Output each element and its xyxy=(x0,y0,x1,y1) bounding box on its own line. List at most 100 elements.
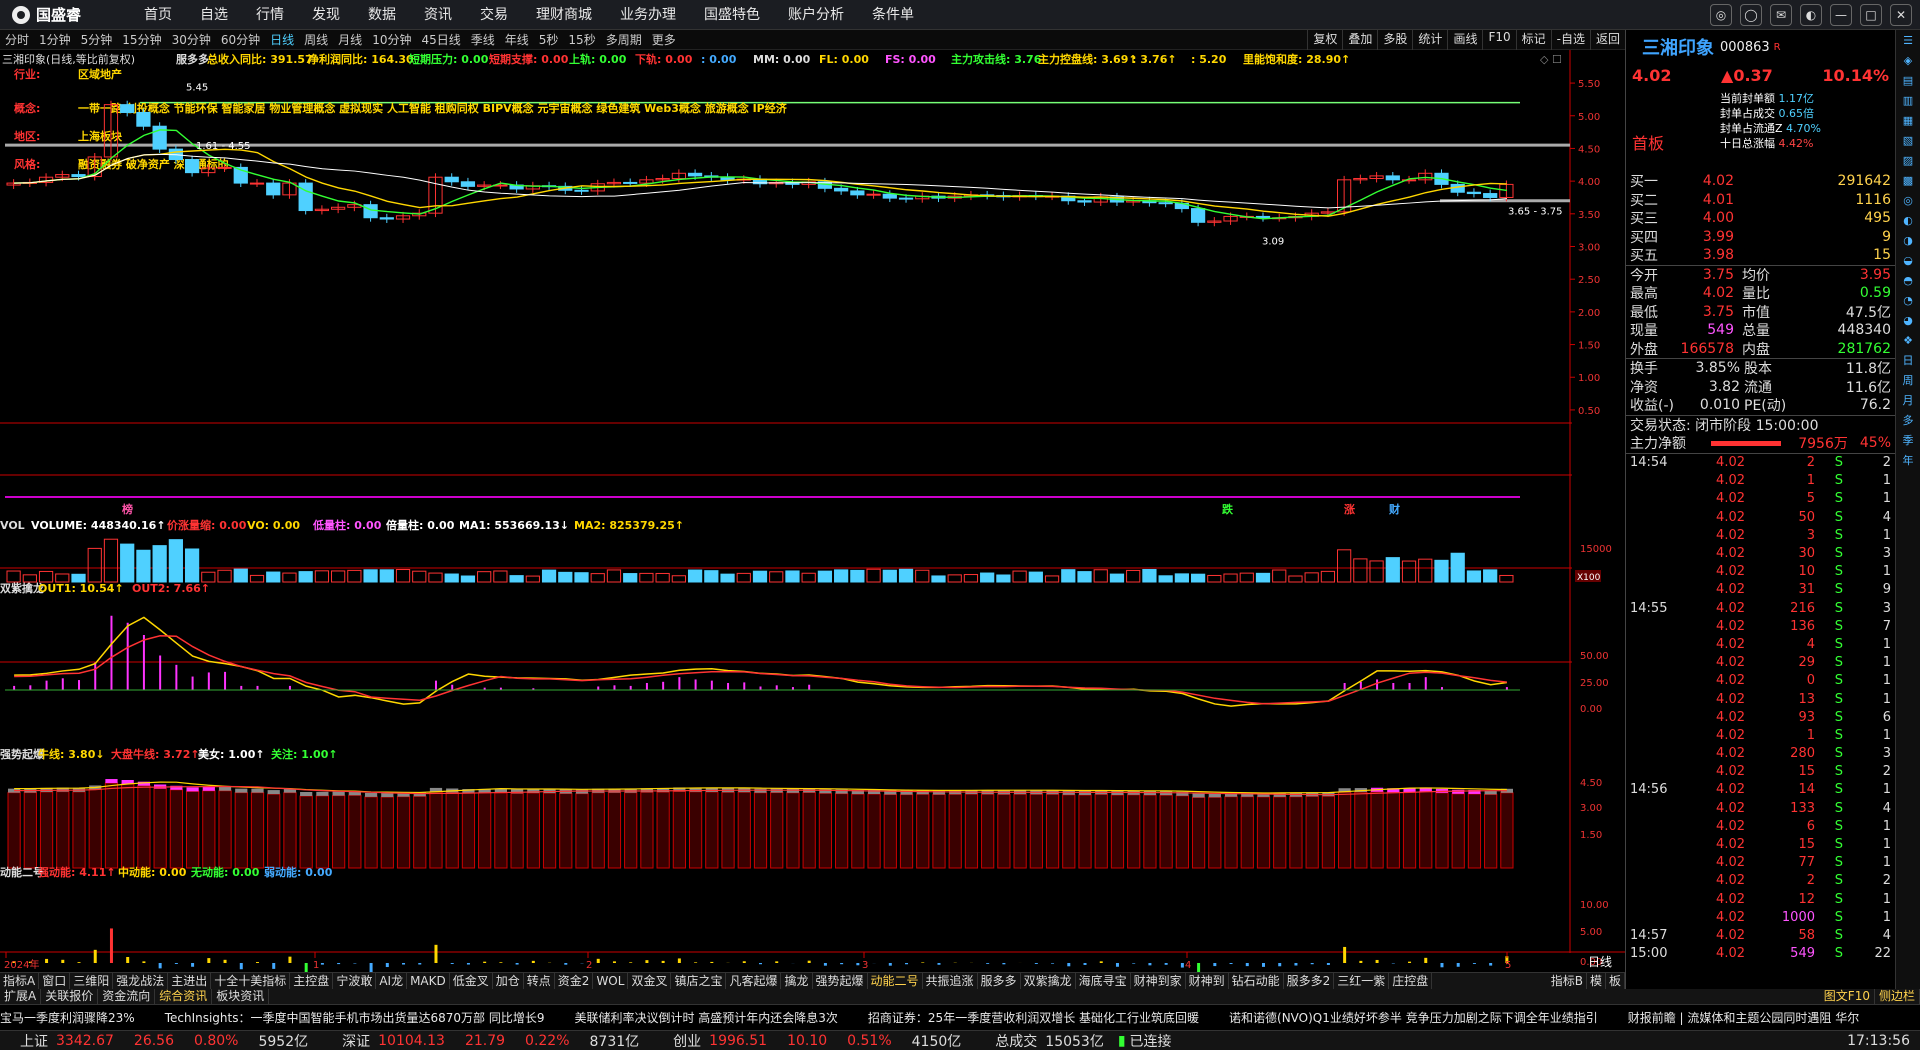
chart-tool-button[interactable]: 复权 xyxy=(1307,30,1342,50)
period-tab[interactable]: 分时 xyxy=(0,31,34,48)
period-tab[interactable]: 1分钟 xyxy=(34,31,76,48)
indicator-tab[interactable]: 转点 xyxy=(524,973,555,989)
message-icon[interactable]: ◎ xyxy=(1710,4,1732,26)
chart-tool-button[interactable]: F10 xyxy=(1482,30,1515,50)
indicator-tab[interactable]: 财神到 xyxy=(1186,973,1229,989)
indicator-tab[interactable]: 宁波敢 xyxy=(333,973,376,989)
period-tab[interactable]: 60分钟 xyxy=(216,31,265,48)
indicator-tab[interactable]: 强龙战法 xyxy=(113,973,168,989)
info-tab[interactable]: 扩展A xyxy=(0,989,41,1004)
indicator-tab[interactable]: 窗口 xyxy=(39,973,70,989)
indicator-tab[interactable]: 十全十美指标 xyxy=(211,973,290,989)
settings-icon[interactable]: ✉ xyxy=(1770,4,1792,26)
indicator-tab[interactable]: 庄控盘 xyxy=(1389,973,1432,989)
menu-item[interactable]: 行情 xyxy=(242,0,298,30)
menu-item[interactable]: 条件单 xyxy=(858,0,928,30)
indicator-tab[interactable]: 共振追涨 xyxy=(923,973,978,989)
chart-tool-button[interactable]: 多股 xyxy=(1377,30,1412,50)
sh-label[interactable]: 上证 xyxy=(20,1031,48,1050)
info-tab[interactable]: 关联报价 xyxy=(41,989,98,1004)
info-tab[interactable]: 资金流向 xyxy=(98,989,155,1004)
indicator-tab[interactable]: 双紫擒龙 xyxy=(1021,973,1076,989)
indicator-tab-right[interactable]: 指标B xyxy=(1548,973,1587,989)
close-icon[interactable]: ✕ xyxy=(1890,4,1912,26)
sidebar-period[interactable]: 日 xyxy=(1903,354,1914,368)
sz-label[interactable]: 深证 xyxy=(342,1031,370,1050)
period-tab[interactable]: 季线 xyxy=(466,31,500,48)
cy-label[interactable]: 创业 xyxy=(673,1031,701,1050)
info-tab-right[interactable]: 图文F10 xyxy=(1820,989,1875,1004)
sidebar-tool-icon[interactable]: ▧ xyxy=(1903,134,1913,148)
chart-tool-button[interactable]: 叠加 xyxy=(1342,30,1377,50)
sidebar-period[interactable]: 月 xyxy=(1903,394,1914,408)
sidebar-period[interactable]: 多 xyxy=(1903,414,1914,428)
indicator-tab[interactable]: 三维阳 xyxy=(70,973,113,989)
sidebar-tool-icon[interactable]: ◐ xyxy=(1903,214,1913,228)
period-tab[interactable]: 5秒 xyxy=(534,31,564,48)
user-icon[interactable]: ◯ xyxy=(1740,4,1762,26)
sidebar-tool-icon[interactable]: ▤ xyxy=(1903,74,1913,88)
info-tab-right[interactable]: 侧边栏 xyxy=(1875,989,1920,1004)
indicator-tab[interactable]: 凡客起爆 xyxy=(726,973,781,989)
skin-icon[interactable]: ◐ xyxy=(1800,4,1822,26)
sidebar-tool-icon[interactable]: ◈ xyxy=(1904,54,1912,68)
menu-item[interactable]: 资讯 xyxy=(410,0,466,30)
menu-item[interactable]: 交易 xyxy=(466,0,522,30)
chart-svg[interactable]: 三湘印象(日线,等比前复权) 服多多总收入同比: 391.57净利润同比: 164… xyxy=(0,50,1625,973)
sidebar-tool-icon[interactable]: ▥ xyxy=(1903,94,1913,108)
indicator-tab[interactable]: WOL xyxy=(593,973,628,989)
indicator-tab[interactable]: 服多多 xyxy=(978,973,1021,989)
indicator-tab[interactable]: 动能二号 xyxy=(868,973,923,989)
indicator-tab-right[interactable]: 板 xyxy=(1606,973,1625,989)
info-tab[interactable]: 板块资讯 xyxy=(212,989,269,1004)
sidebar-tool-icon[interactable]: ▦ xyxy=(1903,114,1913,128)
indicator-tab[interactable]: AI龙 xyxy=(376,973,407,989)
news-item[interactable]: 美联储利率决议倒计时 高盛预计年内还会降息3次 xyxy=(574,1009,837,1026)
sidebar-period[interactable]: 周 xyxy=(1903,374,1914,388)
chart-tool-button[interactable]: 标记 xyxy=(1516,30,1551,50)
sidebar-tool-icon[interactable]: ◎ xyxy=(1903,194,1913,208)
sidebar-tool-icon[interactable]: ◔ xyxy=(1903,294,1913,308)
menu-item[interactable]: 首页 xyxy=(130,0,186,30)
menu-item[interactable]: 发现 xyxy=(298,0,354,30)
menu-item[interactable]: 数据 xyxy=(354,0,410,30)
period-tab[interactable]: 年线 xyxy=(500,31,534,48)
tick-list[interactable]: 14:54 4.02 2 S 2 4.02 1 S 1 4.02 5 S 1 4.02 50 S 4 4.02 3 S… xyxy=(1626,454,1895,963)
chart-tool-button[interactable]: 画线 xyxy=(1447,30,1482,50)
period-tab[interactable]: 月线 xyxy=(333,31,367,48)
menu-item[interactable]: 账户分析 xyxy=(774,0,858,30)
news-ticker[interactable]: 宝马一季度利润骤降23% TechInsights：一季度中国智能手机市场出货量达… xyxy=(0,1004,1920,1030)
indicator-tab[interactable]: 服多多2 xyxy=(1284,973,1335,989)
sidebar-tool-icon[interactable]: ☰ xyxy=(1903,34,1913,48)
kline-chart-area[interactable]: 三湘印象(日线,等比前复权) 服多多 总收入同比: 391.57 净利润同比: 164… xyxy=(0,50,1625,973)
info-tab[interactable]: 综合资讯 xyxy=(155,989,212,1004)
indicator-tab[interactable]: 主控盘 xyxy=(290,973,333,989)
minimize-icon[interactable]: — xyxy=(1830,4,1852,26)
indicator-tab[interactable]: 擒龙 xyxy=(781,973,812,989)
indicator-tab[interactable]: 指标A xyxy=(0,973,39,989)
news-item[interactable]: 宝马一季度利润骤降23% xyxy=(0,1009,135,1026)
indicator-tab[interactable]: MAKD xyxy=(407,973,450,989)
maximize-icon[interactable]: □ xyxy=(1860,4,1882,26)
indicator-tab[interactable]: 主进出 xyxy=(168,973,211,989)
period-tab[interactable]: 10分钟 xyxy=(367,31,416,48)
menu-item[interactable]: 业务办理 xyxy=(606,0,690,30)
chart-tool-button[interactable]: 统计 xyxy=(1412,30,1447,50)
chart-tool-button[interactable]: 返回 xyxy=(1590,30,1625,50)
indicator-tab[interactable]: 海底寻宝 xyxy=(1076,973,1131,989)
period-tab[interactable]: 日线 xyxy=(265,31,299,48)
sidebar-tool-icon[interactable]: ◑ xyxy=(1903,234,1913,248)
indicator-tab[interactable]: 镇店之宝 xyxy=(671,973,726,989)
period-tab[interactable]: 15分钟 xyxy=(117,31,166,48)
indicator-tab[interactable]: 强势起爆 xyxy=(813,973,868,989)
indicator-tab[interactable]: 双金叉 xyxy=(628,973,671,989)
indicator-tab[interactable]: 低金叉 xyxy=(450,973,493,989)
period-tab[interactable]: 30分钟 xyxy=(167,31,216,48)
sidebar-tool-icon[interactable]: ❖ xyxy=(1903,334,1913,348)
news-item[interactable]: 财报前瞻 | 流媒体和主题公园同时遇阻 华尔 xyxy=(1628,1009,1860,1026)
news-item[interactable]: 诺和诺德(NVO)Q1业绩好坏参半 竞争压力加剧之际下调全年业绩指引 xyxy=(1229,1009,1598,1026)
sidebar-tool-icon[interactable]: ▩ xyxy=(1903,174,1913,188)
chart-tool-button[interactable]: -自选 xyxy=(1551,30,1590,50)
menu-item[interactable]: 理财商城 xyxy=(522,0,606,30)
period-tab[interactable]: 更多 xyxy=(647,31,681,48)
